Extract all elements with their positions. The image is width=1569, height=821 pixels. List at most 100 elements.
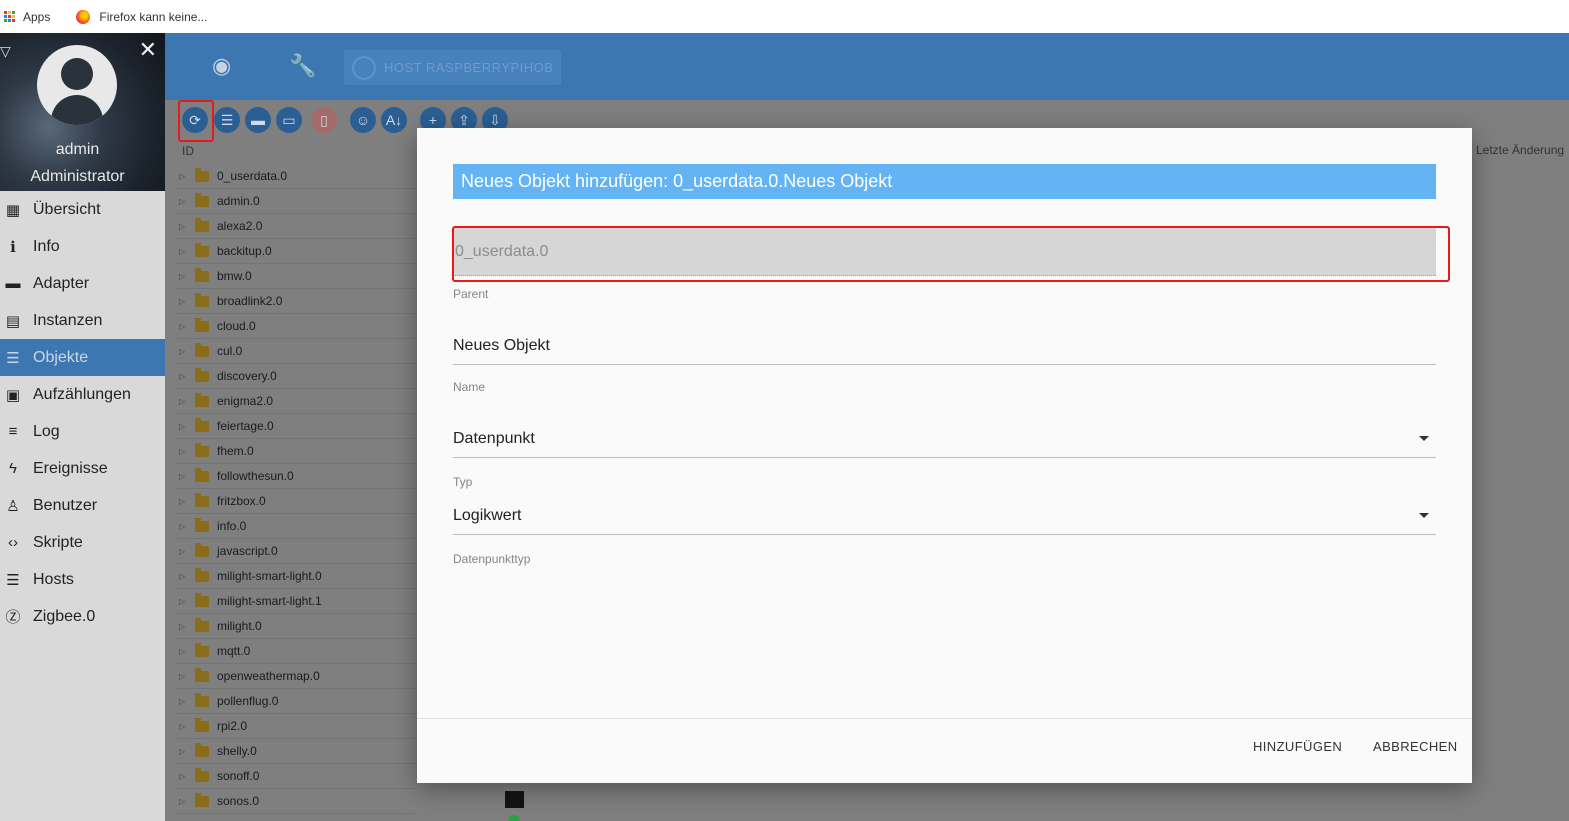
expand-icon[interactable]: ▷ xyxy=(179,447,191,456)
expand-icon[interactable]: ▷ xyxy=(179,472,191,481)
table-row[interactable]: ▷ cloud.0 xyxy=(175,314,415,339)
folder-open-button[interactable]: ▭ xyxy=(276,107,302,133)
expand-icon[interactable]: ▷ xyxy=(179,372,191,381)
sidebar-item-objekte[interactable]: ☰ Objekte xyxy=(0,339,165,376)
type-select[interactable]: Datenpunkt xyxy=(453,420,1436,458)
expand-icon[interactable]: ▷ xyxy=(179,597,191,606)
expand-icon[interactable]: ▷ xyxy=(179,522,191,531)
expand-icon[interactable]: ▷ xyxy=(179,222,191,231)
sidebar-item-info[interactable]: ℹ Info xyxy=(0,228,165,265)
host-selector[interactable]: HOST RASPBERRYPIHOB xyxy=(344,50,561,85)
table-row[interactable]: ▷ pollenflug.0 xyxy=(175,689,415,714)
sidebar-item-log[interactable]: ≡ Log xyxy=(0,413,165,450)
expand-icon[interactable]: ▷ xyxy=(179,572,191,581)
expand-icon[interactable]: ▷ xyxy=(179,172,191,181)
table-row[interactable]: ▷ sonoff.0 xyxy=(175,764,415,789)
table-row[interactable]: ▷ milight-smart-light.1 xyxy=(175,589,415,614)
table-row[interactable]: ▷ shelly.0 xyxy=(175,739,415,764)
close-icon[interactable]: ✕ xyxy=(139,37,157,63)
table-row[interactable]: ▷ milight-smart-light.0 xyxy=(175,564,415,589)
sidebar-item-label: Zigbee.0 xyxy=(33,607,96,625)
add-object-button[interactable]: HINZUFÜGEN xyxy=(1253,739,1342,754)
folder-icon xyxy=(195,192,209,207)
sidebar-item-skripte[interactable]: ‹› Skripte xyxy=(0,524,165,561)
expand-icon[interactable]: ▷ xyxy=(179,772,191,781)
table-row[interactable]: ▷ javascript.0 xyxy=(175,539,415,564)
wrench-icon[interactable]: 🔧 xyxy=(289,53,316,79)
expand-icon[interactable]: ▷ xyxy=(179,547,191,556)
column-id[interactable]: ID xyxy=(182,144,194,158)
expand-icon[interactable]: ▷ xyxy=(179,197,191,206)
datatype-select[interactable]: Logikwert xyxy=(453,497,1436,535)
expand-icon[interactable]: ▷ xyxy=(179,747,191,756)
type-label: Typ xyxy=(453,475,473,489)
expand-icon[interactable]: ▷ xyxy=(179,322,191,331)
sidebar-item-übersicht[interactable]: ▦ Übersicht xyxy=(0,191,165,228)
expand-icon[interactable]: ▷ xyxy=(179,272,191,281)
expand-icon[interactable]: ▷ xyxy=(179,797,191,806)
table-row[interactable]: ▷ broadlink2.0 xyxy=(175,289,415,314)
bookmark-apps[interactable]: Apps xyxy=(4,10,50,24)
table-row[interactable]: ▷ enigma2.0 xyxy=(175,389,415,414)
sidebar-item-aufzählungen[interactable]: ▣ Aufzählungen xyxy=(0,376,165,413)
cancel-button[interactable]: ABBRECHEN xyxy=(1373,739,1458,754)
table-row[interactable]: ▷ bmw.0 xyxy=(175,264,415,289)
table-row[interactable]: ▷ fhem.0 xyxy=(175,439,415,464)
parent-highlight xyxy=(452,226,1450,282)
expand-icon[interactable]: ▷ xyxy=(179,247,191,256)
bookmarks-bar: Apps Firefox kann keine... xyxy=(0,0,1569,33)
expand-icon[interactable]: ▷ xyxy=(179,422,191,431)
sidebar-item-instanzen[interactable]: ▤ Instanzen xyxy=(0,302,165,339)
column-last-changed[interactable]: Letzte Änderung xyxy=(1476,143,1564,157)
expand-icon[interactable]: ▷ xyxy=(179,697,191,706)
table-row[interactable]: ▷ followthesun.0 xyxy=(175,464,415,489)
table-row[interactable]: ▷ discovery.0 xyxy=(175,364,415,389)
expert-mode-button[interactable]: ☺ xyxy=(350,107,376,133)
table-row[interactable]: ▷ mqtt.0 xyxy=(175,639,415,664)
sidebar-item-benutzer[interactable]: ♙ Benutzer xyxy=(0,487,165,524)
expand-icon[interactable]: ▷ xyxy=(179,672,191,681)
table-row[interactable]: ▷ backitup.0 xyxy=(175,239,415,264)
eye-icon[interactable]: ◉ xyxy=(212,53,231,79)
table-row[interactable]: ▷ admin.0 xyxy=(175,189,415,214)
folder-button[interactable]: ▬ xyxy=(245,107,271,133)
table-row[interactable]: ▷ rpi2.0 xyxy=(175,714,415,739)
expand-icon[interactable]: ▷ xyxy=(179,622,191,631)
store-icon: ▬ xyxy=(5,275,21,292)
table-row[interactable]: ▷ 0_userdata.0 xyxy=(175,164,415,189)
expand-icon[interactable]: ▷ xyxy=(179,397,191,406)
expand-icon[interactable]: ▷ xyxy=(179,647,191,656)
row-id: sonoff.0 xyxy=(217,769,260,783)
expand-icon[interactable]: ▷ xyxy=(179,347,191,356)
sidebar-item-hosts[interactable]: ☰ Hosts xyxy=(0,561,165,598)
sidebar-item-zigbee-0[interactable]: Ⓩ Zigbee.0 xyxy=(0,598,165,635)
name-input[interactable]: Neues Objekt xyxy=(453,327,1436,365)
row-id: admin.0 xyxy=(217,194,260,208)
user-icon: ♙ xyxy=(6,497,20,515)
table-row[interactable]: ▷ feiertage.0 xyxy=(175,414,415,439)
row-id: shelly.0 xyxy=(217,744,257,758)
sidebar-item-adapter[interactable]: ▬ Adapter xyxy=(0,265,165,302)
sort-button[interactable]: A↓ xyxy=(381,107,407,133)
row-id: enigma2.0 xyxy=(217,394,274,408)
table-row[interactable]: ▷ info.0 xyxy=(175,514,415,539)
expand-icon[interactable]: ▷ xyxy=(179,497,191,506)
table-row[interactable]: ▷ alexa2.0 xyxy=(175,214,415,239)
table-row[interactable]: ▷ fritzbox.0 xyxy=(175,489,415,514)
expand-icon[interactable]: ▷ xyxy=(179,722,191,731)
bookmark-firefox[interactable]: Firefox kann keine... xyxy=(76,9,207,24)
folder-icon xyxy=(195,792,209,807)
table-row[interactable]: ▷ milight.0 xyxy=(175,614,415,639)
table-row[interactable]: ▷ cul.0 xyxy=(175,339,415,364)
state-button[interactable]: ▯ xyxy=(311,107,337,133)
folder-icon xyxy=(195,542,209,557)
sidebar-item-label: Adapter xyxy=(33,274,90,292)
table-row[interactable]: ▷ openweathermap.0 xyxy=(175,664,415,689)
expand-icon[interactable]: ▷ xyxy=(179,297,191,306)
table-row[interactable]: ▷ sonos.0 xyxy=(175,789,415,814)
sidebar-item-label: Instanzen xyxy=(33,311,103,329)
sidebar-item-ereignisse[interactable]: ϟ Ereignisse xyxy=(0,450,165,487)
dropdown-triangle-icon[interactable]: ▽ xyxy=(0,43,11,60)
profile-role: Administrator xyxy=(30,168,125,185)
list-view-button[interactable]: ☰ xyxy=(214,107,240,133)
